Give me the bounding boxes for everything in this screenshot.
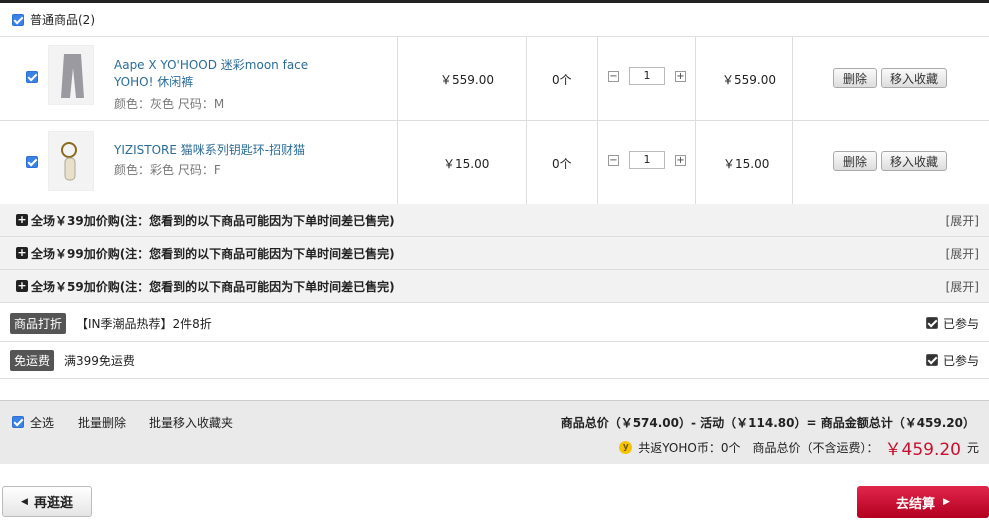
unit-price: ￥559.00 — [440, 73, 494, 87]
plus-icon[interactable]: + — [16, 214, 28, 226]
select-all-label[interactable]: 全选 — [30, 414, 54, 431]
group-header: 普通商品(2) — [0, 3, 989, 37]
addon-promo-row: + 全场￥39加价购(注：您看到的以下商品可能因为下单时间差已售完) [展开] — [0, 204, 989, 237]
addon-promo-row: + 全场￥59加价购(注：您看到的以下商品可能因为下单时间差已售完) [展开] — [0, 270, 989, 303]
plus-icon[interactable]: + — [16, 280, 28, 292]
expand-link[interactable]: [展开] — [946, 245, 979, 262]
batch-delete-link[interactable]: 批量删除 — [78, 414, 126, 431]
addon-promo-row: + 全场￥99加价购(注：您看到的以下商品可能因为下单时间差已售完) [展开] — [0, 237, 989, 270]
coins-text: 共返YOHO币：0个 — [638, 441, 741, 455]
quantity-stepper: − 1 + — [608, 151, 686, 169]
total-line: y 共返YOHO币：0个 商品总价（不含运费）： ￥459.20 元 — [619, 435, 979, 460]
price-summary: 商品总价（￥574.00）- 活动（￥114.80）= 商品金额总计（￥459.… — [560, 416, 975, 430]
cart-footer: 全选 批量删除 批量移入收藏夹 商品总价（￥574.00）- 活动（￥114.8… — [0, 400, 989, 464]
decrease-button[interactable]: − — [608, 70, 619, 82]
promotion-row: 免运费 满399免运费 已参与 — [0, 342, 989, 379]
item-checkbox[interactable] — [26, 71, 38, 83]
continue-shopping-button[interactable]: ◀ 再逛逛 — [2, 486, 92, 517]
select-all-checkbox[interactable] — [12, 416, 24, 428]
product-attributes: 颜色：彩色 尺码：F — [114, 163, 221, 177]
currency-unit: 元 — [966, 441, 979, 455]
promotion-row: 商品打折 【IN季潮品热荐】2件8折 已参与 — [0, 305, 989, 342]
promotion-tag: 免运费 — [10, 349, 55, 371]
subtotal: ￥559.00 — [722, 73, 776, 87]
batch-favorite-link[interactable]: 批量移入收藏夹 — [149, 414, 233, 431]
addon-promo-text: 全场￥99加价购(注：您看到的以下商品可能因为下单时间差已售完) — [31, 246, 395, 261]
move-to-favorites-button[interactable]: 移入收藏 — [881, 151, 947, 171]
quantity-input[interactable]: 1 — [629, 151, 665, 169]
cart-row: Aape X YO'HOOD 迷彩moon face YOHO! 休闲裤 颜色：… — [0, 37, 989, 121]
total-label: 商品总价（不含运费）： — [752, 441, 879, 455]
increase-button[interactable]: + — [675, 154, 686, 166]
delete-button[interactable]: 删除 — [833, 68, 877, 88]
joined-checkbox[interactable] — [925, 354, 938, 366]
total-price: ￥459.20 — [884, 440, 961, 460]
joined-checkbox[interactable] — [925, 317, 938, 329]
unit-price: ￥15.00 — [443, 157, 490, 171]
item-count: 0个 — [552, 73, 572, 87]
promotion-status: 已参与 — [925, 352, 979, 369]
checkout-button[interactable]: 去结算 ▶ — [857, 486, 989, 518]
product-name-link[interactable]: YIZISTORE 猫咪系列钥匙环-招财猫 — [114, 142, 314, 159]
product-name-link[interactable]: Aape X YO'HOOD 迷彩moon face YOHO! 休闲裤 — [114, 57, 314, 91]
checkout-label: 去结算 — [896, 496, 936, 512]
yoho-coin-icon: y — [619, 441, 633, 454]
increase-button[interactable]: + — [675, 70, 686, 82]
group-checkbox[interactable] — [12, 13, 24, 26]
group-title: 普通商品(2) — [30, 13, 95, 27]
product-thumbnail[interactable] — [48, 45, 94, 105]
cart-row: YIZISTORE 猫咪系列钥匙环-招财猫 颜色：彩色 尺码：F ￥15.00 … — [0, 121, 989, 205]
promotion-text: 满399免运费 — [64, 353, 135, 368]
chevron-right-icon: ▶ — [943, 497, 950, 507]
product-attributes: 颜色：灰色 尺码：M — [114, 97, 225, 111]
addon-promo-text: 全场￥39加价购(注：您看到的以下商品可能因为下单时间差已售完) — [31, 213, 395, 228]
subtotal: ￥15.00 — [723, 157, 770, 171]
decrease-button[interactable]: − — [608, 154, 619, 166]
chevron-left-icon: ◀ — [21, 496, 28, 507]
joined-label: 已参与 — [942, 316, 979, 331]
promotion-text: 【IN季潮品热荐】2件8折 — [76, 316, 212, 331]
promotion-status: 已参与 — [925, 315, 979, 332]
move-to-favorites-button[interactable]: 移入收藏 — [881, 68, 947, 88]
expand-link[interactable]: [展开] — [946, 278, 979, 295]
promotion-tag: 商品打折 — [10, 312, 67, 334]
quantity-stepper: − 1 + — [608, 67, 686, 85]
joined-label: 已参与 — [942, 353, 979, 368]
quantity-input[interactable]: 1 — [629, 67, 665, 85]
expand-link[interactable]: [展开] — [946, 212, 979, 229]
plus-icon[interactable]: + — [16, 247, 28, 259]
item-checkbox[interactable] — [26, 156, 38, 168]
delete-button[interactable]: 删除 — [833, 151, 877, 171]
item-count: 0个 — [552, 157, 572, 171]
continue-shopping-label: 再逛逛 — [33, 496, 73, 511]
product-thumbnail[interactable] — [48, 131, 94, 191]
addon-promo-text: 全场￥59加价购(注：您看到的以下商品可能因为下单时间差已售完) — [31, 279, 395, 294]
